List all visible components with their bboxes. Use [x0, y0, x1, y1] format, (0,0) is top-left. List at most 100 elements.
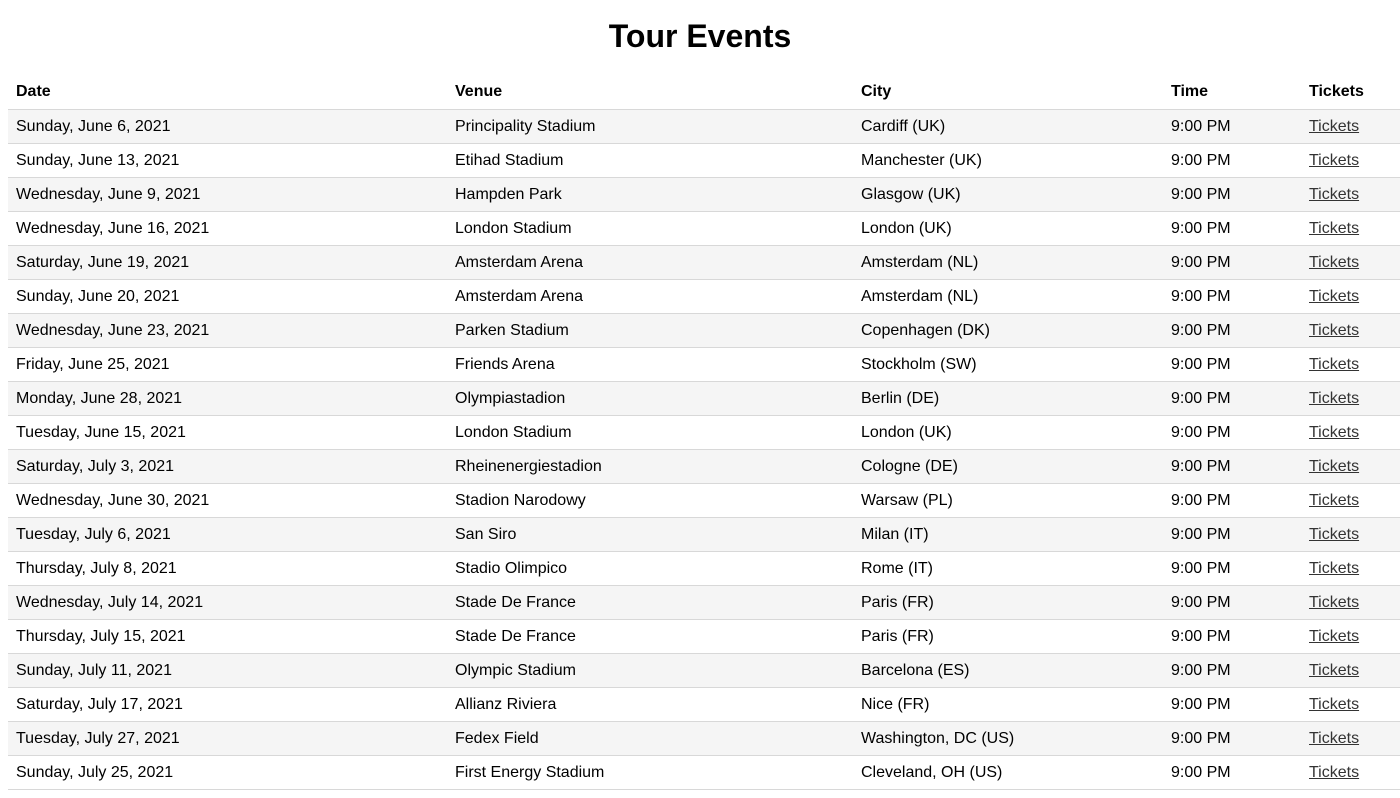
tickets-cell: Tickets — [1301, 279, 1400, 314]
time-cell: 9:00 PM — [1163, 347, 1301, 382]
date-cell: Wednesday, July 14, 2021 — [8, 585, 447, 620]
tickets-link[interactable]: Tickets — [1309, 764, 1359, 781]
table-row: Wednesday, July 14, 2021 Stade De France P… — [8, 585, 1400, 620]
venue-cell: Stadio Olimpico — [447, 551, 853, 586]
tickets-link[interactable]: Tickets — [1309, 696, 1359, 713]
time-cell: 9:00 PM — [1163, 687, 1301, 722]
events-table: Date Venue City Time Tickets Sunday, Jun… — [8, 74, 1400, 790]
tickets-link[interactable]: Tickets — [1309, 424, 1359, 441]
table-header: Date Venue City Time Tickets — [8, 74, 1400, 110]
tickets-cell: Tickets — [1301, 143, 1400, 178]
tickets-cell: Tickets — [1301, 721, 1400, 756]
date-cell: Monday, June 28, 2021 — [8, 381, 447, 416]
date-cell: Sunday, June 13, 2021 — [8, 143, 447, 178]
time-cell: 9:00 PM — [1163, 143, 1301, 178]
venue-cell: Etihad Stadium — [447, 143, 853, 178]
tickets-cell: Tickets — [1301, 483, 1400, 518]
header-row: Date Venue City Time Tickets — [8, 74, 1400, 110]
tickets-link[interactable]: Tickets — [1309, 594, 1359, 611]
tickets-cell: Tickets — [1301, 415, 1400, 450]
tickets-link[interactable]: Tickets — [1309, 526, 1359, 543]
date-cell: Saturday, July 3, 2021 — [8, 449, 447, 484]
tickets-link[interactable]: Tickets — [1309, 254, 1359, 271]
time-cell: 9:00 PM — [1163, 279, 1301, 314]
city-cell: Warsaw (PL) — [853, 483, 1163, 518]
time-cell: 9:00 PM — [1163, 415, 1301, 450]
venue-cell: Stade De France — [447, 619, 853, 654]
tickets-link[interactable]: Tickets — [1309, 492, 1359, 509]
table-row: Wednesday, June 16, 2021 London Stadium Lo… — [8, 211, 1400, 246]
time-cell: 9:00 PM — [1163, 755, 1301, 790]
venue-cell: Rheinenergiestadion — [447, 449, 853, 484]
column-header-venue: Venue — [447, 74, 853, 110]
column-header-date: Date — [8, 74, 447, 110]
table-row: Tuesday, July 27, 2021 Fedex Field Washing… — [8, 721, 1400, 756]
venue-cell: Amsterdam Arena — [447, 279, 853, 314]
time-cell: 9:00 PM — [1163, 313, 1301, 348]
time-cell: 9:00 PM — [1163, 449, 1301, 484]
venue-cell: Stade De France — [447, 585, 853, 620]
date-cell: Wednesday, June 9, 2021 — [8, 177, 447, 212]
tickets-link[interactable]: Tickets — [1309, 662, 1359, 679]
tickets-link[interactable]: Tickets — [1309, 628, 1359, 645]
table-row: Friday, June 25, 2021 Friends Arena Stockh… — [8, 347, 1400, 382]
venue-cell: First Energy Stadium — [447, 755, 853, 790]
venue-cell: Principality Stadium — [447, 109, 853, 144]
city-cell: Amsterdam (NL) — [853, 279, 1163, 314]
tickets-cell: Tickets — [1301, 517, 1400, 552]
date-cell: Wednesday, June 16, 2021 — [8, 211, 447, 246]
table-row: Sunday, July 25, 2021 First Energy Stadiu… — [8, 755, 1400, 790]
city-cell: London (UK) — [853, 211, 1163, 246]
tickets-cell: Tickets — [1301, 755, 1400, 790]
tickets-link[interactable]: Tickets — [1309, 322, 1359, 339]
time-cell: 9:00 PM — [1163, 585, 1301, 620]
city-cell: Stockholm (SW) — [853, 347, 1163, 382]
city-cell: Cleveland, OH (US) — [853, 755, 1163, 790]
tickets-link[interactable]: Tickets — [1309, 220, 1359, 237]
tickets-cell: Tickets — [1301, 687, 1400, 722]
city-cell: Paris (FR) — [853, 619, 1163, 654]
tickets-link[interactable]: Tickets — [1309, 730, 1359, 747]
column-header-tickets: Tickets — [1301, 74, 1400, 110]
tickets-cell: Tickets — [1301, 211, 1400, 246]
tickets-link[interactable]: Tickets — [1309, 288, 1359, 305]
tickets-cell: Tickets — [1301, 653, 1400, 688]
page-title: Tour Events — [608, 18, 792, 54]
city-cell: Cardiff (UK) — [853, 109, 1163, 144]
table-row: Tuesday, July 6, 2021 San Siro Milan (IT) 9… — [8, 517, 1400, 552]
tickets-link[interactable]: Tickets — [1309, 118, 1359, 135]
city-cell: Amsterdam (NL) — [853, 245, 1163, 280]
tickets-cell: Tickets — [1301, 619, 1400, 654]
date-cell: Tuesday, July 6, 2021 — [8, 517, 447, 552]
table-row: Tuesday, June 15, 2021 London Stadium Lond… — [8, 415, 1400, 450]
venue-cell: Fedex Field — [447, 721, 853, 756]
time-cell: 9:00 PM — [1163, 211, 1301, 246]
tickets-link[interactable]: Tickets — [1309, 390, 1359, 407]
time-cell: 9:00 PM — [1163, 653, 1301, 688]
time-cell: 9:00 PM — [1163, 109, 1301, 144]
tour-events-page: Tour Events Date Venue City Time Tickets… — [0, 0, 1400, 798]
city-cell: Berlin (DE) — [853, 381, 1163, 416]
city-cell: Manchester (UK) — [853, 143, 1163, 178]
tickets-link[interactable]: Tickets — [1309, 186, 1359, 203]
city-cell: Barcelona (ES) — [853, 653, 1163, 688]
venue-cell: Hampden Park — [447, 177, 853, 212]
tickets-link[interactable]: Tickets — [1309, 356, 1359, 373]
tickets-link[interactable]: Tickets — [1309, 560, 1359, 577]
venue-cell: Allianz Riviera — [447, 687, 853, 722]
table-row: Sunday, July 11, 2021 Olympic Stadium Barc… — [8, 653, 1400, 688]
city-cell: London (UK) — [853, 415, 1163, 450]
time-cell: 9:00 PM — [1163, 245, 1301, 280]
table-row: Monday, June 28, 2021 Olympiastadion Berli… — [8, 381, 1400, 416]
venue-cell: Amsterdam Arena — [447, 245, 853, 280]
time-cell: 9:00 PM — [1163, 381, 1301, 416]
table-row: Sunday, June 20, 2021 Amsterdam Arena Amst… — [8, 279, 1400, 314]
tickets-link[interactable]: Tickets — [1309, 152, 1359, 169]
column-header-time: Time — [1163, 74, 1301, 110]
tickets-link[interactable]: Tickets — [1309, 458, 1359, 475]
time-cell: 9:00 PM — [1163, 619, 1301, 654]
time-cell: 9:00 PM — [1163, 483, 1301, 518]
venue-cell: Olympiastadion — [447, 381, 853, 416]
table-body: Sunday, June 6, 2021 Principality Stadium… — [8, 109, 1400, 790]
date-cell: Sunday, June 6, 2021 — [8, 109, 447, 144]
